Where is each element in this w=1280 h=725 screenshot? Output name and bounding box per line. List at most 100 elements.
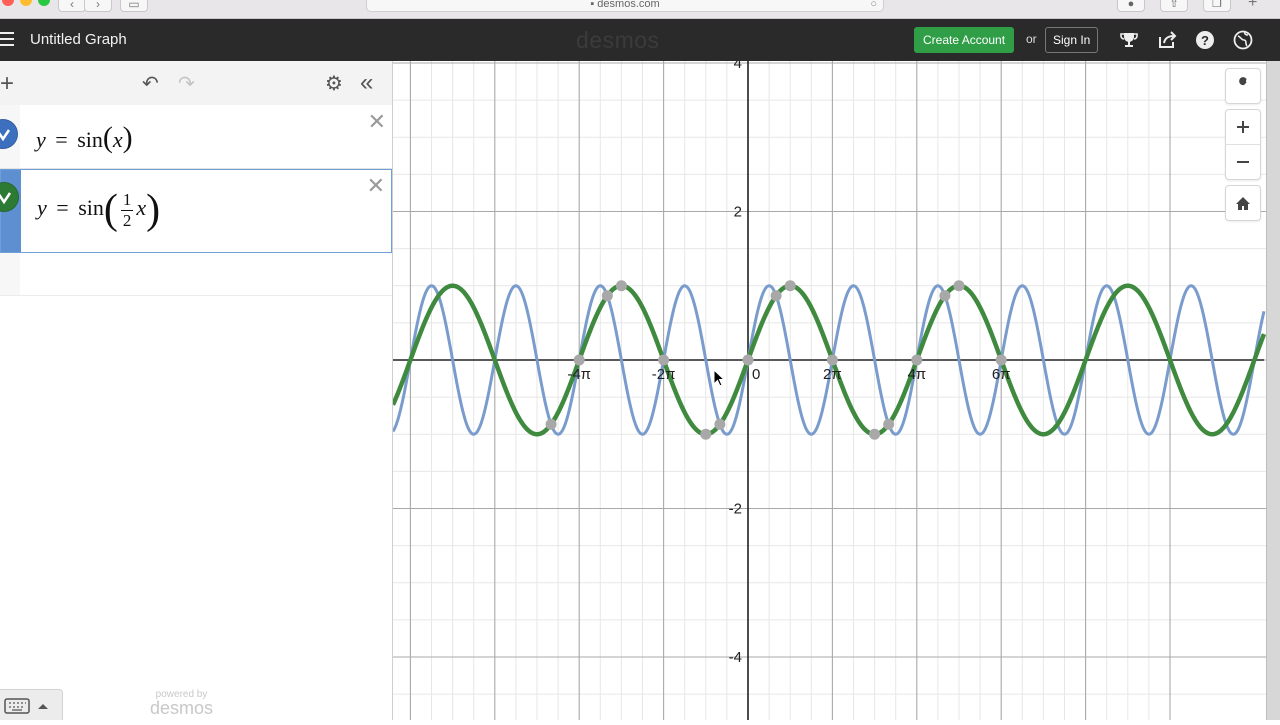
redo-icon: ↷ <box>178 73 195 95</box>
window-zoom-button[interactable] <box>38 0 50 6</box>
hamburger-menu-icon[interactable] <box>0 32 14 46</box>
graph-canvas[interactable]: -4π -2π 0 2π 4π 6π 4 2 -2 -4 <box>393 61 1280 720</box>
expression-math-1[interactable]: y = sin(x) <box>36 121 133 155</box>
curve-visibility-icon <box>0 192 12 205</box>
gear-icon: ⚙ <box>325 73 343 95</box>
mouse-cursor-icon <box>713 369 726 387</box>
graph-color-toggle[interactable] <box>0 182 19 212</box>
point-of-interest <box>869 428 881 440</box>
tick-labels: -4π -2π 0 2π 4π 6π 4 2 -2 -4 <box>567 61 1010 666</box>
curve-visibility-icon <box>0 129 11 142</box>
zoom-out-button[interactable] <box>1226 144 1260 179</box>
browser-toolbar: ‹ › ▭ ▪ desmos.com ○ ● ⇧ ❐ + <box>0 0 1280 19</box>
undo-icon: ↶ <box>142 73 159 95</box>
add-expression-button[interactable]: + <box>0 70 14 98</box>
plus-icon <box>1237 121 1249 133</box>
point-of-interest <box>953 280 965 292</box>
point-of-interest <box>826 354 838 366</box>
y-tick-label: -2 <box>729 501 742 518</box>
desmos-logo: desmos <box>576 27 660 53</box>
forward-arrow-icon: › <box>96 0 100 11</box>
y-tick-label: 2 <box>734 204 742 221</box>
svg-text:?: ? <box>1201 33 1209 48</box>
point-of-interest <box>784 280 796 292</box>
expression-row-1[interactable]: y = sin(x) ✕ <box>0 105 392 169</box>
default-viewport-button[interactable] <box>1226 186 1260 220</box>
plus-icon: + <box>0 70 15 97</box>
major-gridlines <box>393 61 1280 720</box>
x-tick-label: 6π <box>992 366 1011 383</box>
plus-icon: + <box>1248 0 1258 11</box>
graph-paper[interactable]: -4π -2π 0 2π 4π 6π 4 2 -2 -4 <box>393 61 1280 720</box>
zoom-in-button[interactable] <box>1226 110 1260 144</box>
create-account-button[interactable]: Create Account <box>914 27 1015 53</box>
sign-in-button[interactable]: Sign In <box>1045 27 1099 53</box>
expression-row-2[interactable]: y = sin(1 2 x) ✕ <box>0 169 392 253</box>
keyboard-icon <box>4 698 48 714</box>
extension-button[interactable]: ● <box>1117 0 1145 12</box>
browser-back-button[interactable]: ‹ <box>58 0 86 12</box>
x-tick-label: -2π <box>652 366 676 383</box>
point-of-interest <box>911 354 923 366</box>
window-edge <box>1266 61 1280 720</box>
close-icon: ✕ <box>367 109 386 134</box>
share-icon: ⇧ <box>1169 0 1179 10</box>
shield-icon: ● <box>1127 0 1135 10</box>
home-control <box>1225 185 1261 221</box>
expression-math-2[interactable]: y = sin(1 2 x) <box>37 186 160 234</box>
math-equals: = <box>55 127 68 152</box>
y-tick-label: -4 <box>729 649 742 666</box>
share-icon[interactable] <box>1156 29 1178 51</box>
share-browser-button[interactable]: ⇧ <box>1160 0 1188 12</box>
globe-icon[interactable] <box>1232 29 1254 51</box>
window-close-button[interactable] <box>2 0 14 6</box>
math-argument: x <box>136 195 147 221</box>
minor-gridlines <box>393 61 1280 720</box>
expression-list-panel: + ↶ ↷ ⚙ « y = sin(x) ✕ y = sin(1 2 x) ✕… <box>0 61 393 720</box>
x-tick-label: 4π <box>907 366 926 383</box>
point-of-interest <box>770 290 782 302</box>
expression-gutter-selected <box>0 170 21 252</box>
point-of-interest <box>995 354 1007 366</box>
point-of-interest <box>601 290 613 302</box>
keypad-toggle-button[interactable] <box>0 689 63 720</box>
expression-gutter <box>0 105 20 168</box>
new-tab-button[interactable]: + <box>1248 0 1257 12</box>
graph-title[interactable]: Untitled Graph <box>30 31 127 48</box>
delete-expression-button[interactable]: ✕ <box>368 109 386 135</box>
math-function: sin <box>78 195 104 221</box>
tabs-button[interactable]: ❐ <box>1203 0 1231 12</box>
math-argument: x <box>112 127 123 152</box>
trophy-icon[interactable] <box>1118 29 1140 51</box>
browser-forward-button[interactable]: › <box>84 0 112 12</box>
collapse-panel-button[interactable]: « <box>360 69 373 97</box>
powered-by-desmos: powered by desmos <box>150 689 213 719</box>
sidebar-icon: ▭ <box>128 0 140 11</box>
reload-icon[interactable]: ○ <box>870 0 877 17</box>
app-header: Untitled Graph desmos Create Account or … <box>0 19 1280 61</box>
fraction-numerator: 1 <box>120 189 134 211</box>
graph-color-toggle[interactable] <box>0 119 18 149</box>
browser-sidebar-button[interactable]: ▭ <box>120 0 148 12</box>
expression-toolbar: + ↶ ↷ ⚙ « <box>0 61 392 106</box>
undo-button[interactable]: ↶ <box>142 71 159 96</box>
tabs-icon: ❐ <box>1212 0 1222 10</box>
point-of-interest <box>615 280 627 292</box>
redo-button[interactable]: ↷ <box>178 71 195 96</box>
address-bar[interactable]: ▪ desmos.com ○ <box>366 0 884 12</box>
double-chevron-left-icon: « <box>360 69 374 96</box>
empty-expression-row[interactable] <box>0 253 392 296</box>
expression-gutter <box>0 253 20 295</box>
close-icon: ✕ <box>366 173 385 198</box>
settings-button[interactable]: ⚙ <box>325 71 343 96</box>
math-equals: = <box>56 195 69 221</box>
y-tick-label: 4 <box>734 61 742 72</box>
powered-by-brand: desmos <box>150 698 214 718</box>
lock-icon: ▪ <box>590 0 595 10</box>
graph-settings-button[interactable] <box>1226 69 1260 103</box>
window-minimize-button[interactable] <box>20 0 32 6</box>
address-url: desmos.com <box>597 0 660 10</box>
point-of-interest <box>939 290 951 302</box>
help-icon[interactable]: ? <box>1194 29 1216 51</box>
delete-expression-button[interactable]: ✕ <box>367 173 385 199</box>
